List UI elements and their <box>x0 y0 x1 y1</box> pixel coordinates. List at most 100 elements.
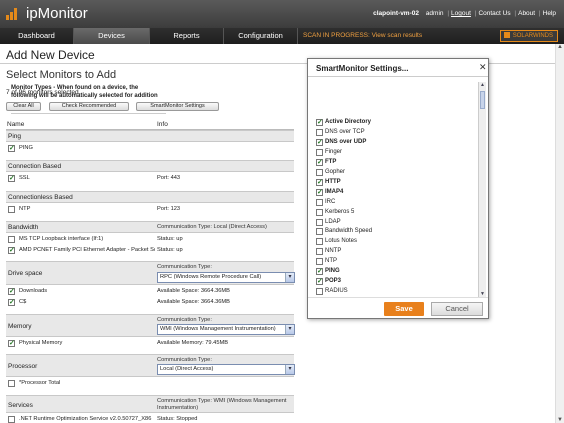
select-value: Local (Direct Access) <box>160 366 214 372</box>
select-value: RPC (Windows Remote Procedure Call) <box>160 274 262 280</box>
communication-type-select[interactable]: RPC (Windows Remote Procedure Call) ▾ <box>157 272 295 283</box>
monitor-label: SSL <box>19 175 30 181</box>
monitor-type-label: IRC <box>325 198 336 205</box>
section-services: Services Communication Type: WMI (Window… <box>6 395 294 413</box>
monitor-info: Status: up <box>157 236 183 242</box>
section-name: Memory <box>8 323 32 330</box>
scan-progress-link[interactable]: SCAN IN PROGRESS: View scan results <box>297 28 422 44</box>
smartmonitor-settings-button[interactable]: SmartMonitor Settings <box>136 102 219 111</box>
monitor-type-label: POP3 <box>325 278 342 285</box>
column-header-name: Name <box>7 121 25 128</box>
checkbox-icon[interactable] <box>316 208 323 216</box>
checkbox-icon[interactable] <box>8 339 15 348</box>
contact-link[interactable]: Contact Us <box>478 10 510 17</box>
checkbox-icon[interactable] <box>8 287 15 296</box>
monitor-info: Available Memory: 79.45MB <box>157 340 229 346</box>
section-name: Services <box>8 402 33 409</box>
scroll-up-icon[interactable]: ▲ <box>480 82 485 88</box>
section-title: Select Monitors to Add <box>6 69 117 81</box>
communication-type-select[interactable]: WMI (Windows Management Instrumentation)… <box>157 324 295 335</box>
about-link[interactable]: About <box>518 10 535 17</box>
monitor-label: .NET Runtime Optimization Service v2.0.5… <box>19 416 152 422</box>
monitor-label: PING <box>19 145 33 151</box>
close-icon[interactable]: ✕ <box>479 62 487 73</box>
tab-configuration[interactable]: Configuration <box>224 28 298 44</box>
checkbox-icon[interactable] <box>316 138 323 147</box>
checkbox-icon[interactable] <box>8 236 15 243</box>
checkbox-icon[interactable] <box>316 148 323 156</box>
monitor-type-label: LDAP <box>325 218 341 225</box>
monitor-row-c-drive: C$ Available Space: 3664.36MB <box>6 297 294 308</box>
tab-reports[interactable]: Reports <box>150 28 224 44</box>
chevron-down-icon[interactable]: ▾ <box>285 273 294 282</box>
page-scrollbar[interactable]: ▲ ▼ <box>555 44 564 423</box>
checkbox-icon[interactable] <box>8 416 15 423</box>
checkbox-icon[interactable] <box>316 188 323 197</box>
checkbox-icon[interactable] <box>316 277 323 286</box>
logout-link[interactable]: Logout <box>451 10 471 17</box>
checkbox-icon[interactable] <box>316 238 323 246</box>
checkbox-icon[interactable] <box>316 128 323 136</box>
monitor-row-ssl: SSL Port: 443 <box>6 173 294 184</box>
checkbox-icon[interactable] <box>316 118 323 127</box>
checkbox-icon[interactable] <box>316 248 323 256</box>
monitor-type-label: FTP <box>325 158 337 165</box>
check-recommended-button[interactable]: Check Recommended <box>49 102 129 111</box>
cancel-button[interactable]: Cancel <box>431 302 483 316</box>
monitor-type-label: Bandwidth Speed <box>325 228 373 235</box>
checkbox-icon[interactable] <box>8 206 15 213</box>
monitor-row-downloads: Downloads Available Space: 3664.36MB <box>6 286 294 297</box>
monitor-row-ntp: NTP Port: 123 <box>6 204 294 215</box>
communication-type: Communication Type: WMI (Windows Managem… <box>157 398 287 411</box>
checkbox-icon[interactable] <box>316 218 323 226</box>
save-button[interactable]: Save <box>384 302 424 316</box>
monitor-type-label: RADIUS <box>325 288 348 295</box>
checkbox-icon[interactable] <box>316 168 323 176</box>
checkbox-icon[interactable] <box>316 228 323 236</box>
monitor-info: Port: 123 <box>157 206 181 212</box>
communication-type-select[interactable]: Local (Direct Access) ▾ <box>157 364 295 375</box>
scroll-up-icon[interactable]: ▲ <box>557 44 563 50</box>
checkbox-icon[interactable] <box>316 288 323 296</box>
user-name: admin <box>425 10 444 17</box>
monitor-row-ping: PING <box>6 143 294 154</box>
monitor-type-label: Lotus Notes <box>325 238 358 245</box>
tab-dashboard[interactable]: Dashboard <box>0 28 74 44</box>
checkbox-icon[interactable] <box>316 178 323 187</box>
app-header: ipMonitor clapoint-vm-02 admin | Logout |… <box>0 0 564 28</box>
checkbox-icon[interactable] <box>8 144 15 153</box>
checkbox-icon[interactable] <box>8 298 15 307</box>
checkbox-icon[interactable] <box>8 174 15 183</box>
checkbox-icon[interactable] <box>316 258 323 266</box>
monitor-type-label: Finger <box>325 148 343 155</box>
monitor-type-label: DNS over TCP <box>325 128 365 135</box>
clear-all-button[interactable]: Clear All <box>6 102 41 111</box>
checkbox-icon[interactable] <box>316 267 323 276</box>
solarwinds-badge[interactable]: SOLARWINDS <box>499 30 558 42</box>
checkbox-icon[interactable] <box>316 198 323 206</box>
scroll-down-icon[interactable]: ▼ <box>480 291 485 297</box>
app-logo-text: ipMonitor <box>26 5 88 22</box>
monitor-row-processor-total: *Processor Total <box>6 378 294 389</box>
chevron-down-icon[interactable]: ▾ <box>285 325 294 334</box>
solarwinds-logo-icon <box>503 32 510 38</box>
scroll-down-icon[interactable]: ▼ <box>557 417 563 423</box>
chevron-down-icon[interactable]: ▾ <box>285 365 294 374</box>
monitor-row-loopback: MS TCP Loopback interface (If:1) Status:… <box>6 234 294 245</box>
logo-icon <box>6 8 20 20</box>
solarwinds-label: SOLARWINDS <box>512 33 553 39</box>
checkbox-icon[interactable] <box>8 246 15 255</box>
dialog-title: SmartMonitor Settings... <box>316 64 409 73</box>
section-bandwidth: Bandwidth Communication Type: Local (Dir… <box>6 221 294 233</box>
dialog-scrollbar[interactable]: ▲ ▼ <box>478 82 486 297</box>
monitor-info: Port: 443 <box>157 175 181 181</box>
checkbox-icon[interactable] <box>8 380 15 387</box>
monitor-type-label: Kerberos 5 <box>325 208 355 215</box>
help-link[interactable]: Help <box>543 10 556 17</box>
scroll-thumb[interactable] <box>480 91 485 109</box>
monitor-info: Status: up <box>157 247 183 253</box>
monitor-type-label: DNS over UDP <box>325 138 367 145</box>
monitor-info: Available Space: 3664.36MB <box>157 288 230 294</box>
checkbox-icon[interactable] <box>316 158 323 167</box>
tab-devices[interactable]: Devices <box>74 28 150 44</box>
